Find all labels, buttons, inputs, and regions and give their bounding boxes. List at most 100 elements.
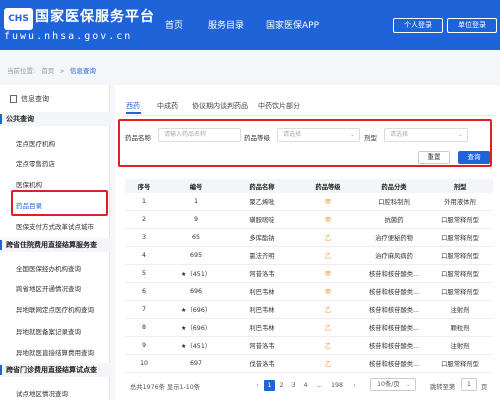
cell-index: 8 <box>141 324 146 331</box>
table-header: 序号 编号 药品名称 药品等级 药品分类 剂型 <box>125 179 493 193</box>
nav-home[interactable]: 首页 <box>165 18 183 31</box>
cell-level: 乙 <box>324 325 332 332</box>
col-header-category: 药品分类 <box>381 183 407 191</box>
table-row[interactable]: 7 ★（696） 利巴韦林 乙 核苷和核苷酸类... 注射剂 <box>125 301 493 319</box>
sidebar-item-payment-reform-cities[interactable]: 医保支付方式改革试点城市 <box>16 221 94 231</box>
chevron-down-icon: ⌄ <box>457 131 463 138</box>
dosage-form-label: 剂型 <box>364 134 377 142</box>
cell-category: 治疗便秘药物 <box>375 235 413 242</box>
table-row[interactable]: 5 ★（451） 阿昔洛韦 甲 核苷和核苷酸类... 口服常释剂型 <box>125 265 493 283</box>
table-row[interactable]: 1 1 聚乙烯吡 甲 口腔科制剂 外用液体剂 <box>125 193 493 211</box>
cell-index: 4 <box>141 252 146 259</box>
tab-western-medicine[interactable]: 西药 <box>126 101 140 111</box>
cell-code: 9 <box>193 216 198 223</box>
chevron-down-icon: ⌄ <box>349 131 355 138</box>
sidebar-item-agency-query[interactable]: 全国医保经办机构查询 <box>16 263 81 273</box>
reset-button[interactable]: 重置 <box>418 151 450 164</box>
cell-index: 1 <box>141 198 146 205</box>
cell-form: 颗粒剂 <box>450 325 470 332</box>
sidebar-item-region-status[interactable]: 跨省地区开通情况查询 <box>16 283 81 293</box>
col-header-level: 药品等级 <box>315 183 341 191</box>
cell-index: 3 <box>141 234 146 241</box>
breadcrumb: 当前位置: 首页 > 信息查询 <box>7 65 96 75</box>
table-row[interactable]: 10 697 伐昔洛韦 乙 核苷和核苷酸类... 口服常释剂型 <box>125 355 493 373</box>
sidebar-item-pilot-regions[interactable]: 试点地区情况查询 <box>16 388 68 398</box>
cell-index: 6 <box>141 288 146 295</box>
breadcrumb-home[interactable]: 首页 <box>41 67 54 75</box>
cell-form: 口服常释剂型 <box>441 361 479 368</box>
cell-category: 核苷和核苷酸类... <box>368 289 420 296</box>
personal-login-button[interactable]: 个人登录 <box>393 18 443 33</box>
cell-level: 乙 <box>324 253 332 260</box>
cell-index: 7 <box>141 306 146 313</box>
page-size-select[interactable]: 10条/页 ⌄ <box>370 378 416 391</box>
sidebar-item-retail-pharmacies[interactable]: 定点零售药店 <box>16 158 55 168</box>
table-row[interactable]: 3 65 多库酯钠 乙 治疗便秘药物 口服常释剂型 <box>125 229 493 247</box>
page-last-button[interactable]: 198 <box>329 380 345 391</box>
cell-code: 695 <box>189 252 203 259</box>
dosage-form-select[interactable]: 请选择 ⌄ <box>384 128 468 142</box>
tab-herbal-pieces[interactable]: 中药饮片部分 <box>258 101 300 111</box>
cell-index: 9 <box>141 342 146 349</box>
cell-code: 697 <box>189 360 203 367</box>
cell-code: 65 <box>191 234 200 241</box>
cell-level: 乙 <box>324 361 332 368</box>
nav-app[interactable]: 国家医保APP <box>266 18 319 31</box>
prev-page-button[interactable]: ‹ <box>252 380 263 391</box>
sidebar-item-settlement-costs[interactable]: 异地就医直接结算费用查询 <box>16 347 94 357</box>
tabs-divider <box>125 115 495 116</box>
cell-index: 2 <box>141 216 146 223</box>
col-header-name: 药品名称 <box>249 183 275 191</box>
tab-chinese-patent-medicine[interactable]: 中成药 <box>157 101 178 111</box>
drug-name-input[interactable]: 请输入药品名称 <box>158 128 241 142</box>
sidebar-section-inpatient[interactable]: 跨省住院费用直接结算服务查 <box>0 238 110 252</box>
tab-negotiated-drugs[interactable]: 协议期内谈判药品 <box>192 101 248 111</box>
cell-category: 核苷和核苷酸类... <box>368 271 420 278</box>
cell-name: 阿昔洛韦 <box>249 343 275 350</box>
page-2-button[interactable]: 2 <box>276 380 287 391</box>
sidebar-item-filing-records[interactable]: 异地就医备案记录查询 <box>16 326 81 336</box>
page-4-button[interactable]: 4 <box>300 380 311 391</box>
cell-name: 利巴韦林 <box>249 325 275 332</box>
page-1-button[interactable]: 1 <box>264 380 275 391</box>
sidebar-item-insurance-agencies[interactable]: 医保机构 <box>16 179 42 189</box>
goto-page-input[interactable]: 1 <box>461 378 477 391</box>
cell-form: 注射剂 <box>450 307 470 314</box>
goto-page-suffix: 页 <box>481 384 488 391</box>
sidebar: 信息查询 公共查询 定点医疗机构 定点零售药店 医保机构 药品目录 医保支付方式… <box>0 85 110 400</box>
cell-code: ★（451） <box>180 271 212 278</box>
sidebar-item-networked-institutions[interactable]: 异地联网定点医疗机构查询 <box>16 304 94 314</box>
query-button[interactable]: 查询 <box>458 151 490 164</box>
table-row[interactable]: 4 695 氯法齐明 乙 治疗麻风病药 口服常释剂型 <box>125 247 493 265</box>
table-row[interactable]: 2 9 磺胺嘧啶 甲 抗菌药 口服常释剂型 <box>125 211 493 229</box>
cell-name: 利巴韦林 <box>249 289 275 296</box>
cell-code: ★（696） <box>180 307 212 314</box>
page-3-button[interactable]: 3 <box>288 380 299 391</box>
nav-service-catalog[interactable]: 服务目录 <box>208 18 244 31</box>
next-page-button[interactable]: › <box>349 380 360 391</box>
cell-name: 伐昔洛韦 <box>249 361 275 368</box>
pagination: 总共1976条 显示1-10条 ‹ 1 2 3 4 ... 198 › 10条/… <box>115 377 500 395</box>
site-url: fuwu.nhsa.gov.cn <box>4 31 133 42</box>
site-title[interactable]: 国家医保服务平台 <box>35 6 155 26</box>
table-row[interactable]: 8 ★（696） 利巴韦林 乙 核苷和核苷酸类... 颗粒剂 <box>125 319 493 337</box>
col-header-code: 编号 <box>189 183 203 191</box>
cell-form: 口服常释剂型 <box>441 289 479 296</box>
sidebar-item-medical-institutions[interactable]: 定点医疗机构 <box>16 138 55 148</box>
sidebar-section-outpatient[interactable]: 跨省门诊费用直接结算试点查 <box>0 363 110 377</box>
cell-category: 口腔科制剂 <box>378 199 410 206</box>
cell-name: 阿昔洛韦 <box>249 271 275 278</box>
sidebar-section-public[interactable]: 公共查询 <box>0 112 110 126</box>
table-row[interactable]: 6 696 利巴韦林 甲 核苷和核苷酸类... 口服常释剂型 <box>125 283 493 301</box>
pagination-ellipsis: ... <box>316 382 323 389</box>
table-row[interactable]: 9 ★（451） 阿昔洛韦 乙 核苷和核苷酸类... 注射剂 <box>125 337 493 355</box>
drug-level-select[interactable]: 请选择 ⌄ <box>277 128 360 142</box>
cell-level: 乙 <box>324 307 332 314</box>
chs-logo-badge[interactable]: CHS <box>4 8 33 30</box>
cell-level: 乙 <box>324 235 332 242</box>
unit-login-button[interactable]: 单位登录 <box>447 18 497 33</box>
cell-category: 核苷和核苷酸类... <box>368 307 420 314</box>
goto-label: 跳转至第 <box>430 384 456 391</box>
cell-level: 甲 <box>324 289 332 296</box>
chevron-down-icon: ⌄ <box>405 381 411 388</box>
